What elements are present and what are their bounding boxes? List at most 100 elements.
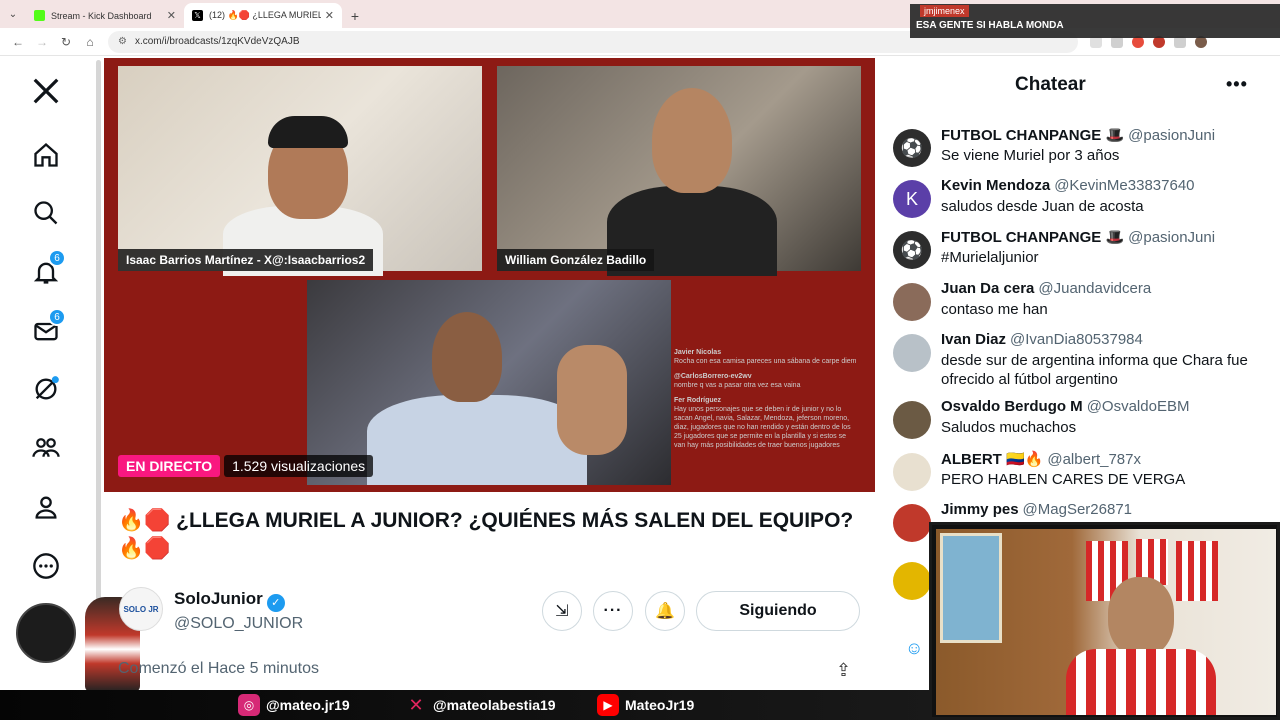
author-name-text: SoloJunior (174, 589, 263, 608)
overlay-chat-text: nombre q vas a pasar otra vez esa vaina (674, 382, 801, 389)
chat-avatar[interactable] (893, 562, 931, 600)
tab-kick-dashboard[interactable]: Stream - Kick Dashboard ✕ (26, 3, 184, 28)
streamer-logo (16, 603, 76, 663)
chat-user-name[interactable]: Juan Da cera (941, 280, 1034, 297)
chat-user-name[interactable]: Kevin Mendoza (941, 177, 1050, 194)
streamer-jersey (1066, 649, 1216, 715)
chat-user: ALBERT 🇨🇴🔥 @albert_787x (941, 450, 1141, 468)
chat-user-name[interactable]: Ivan Diaz (941, 331, 1006, 348)
x-logo-icon[interactable] (28, 73, 64, 109)
chat-more-icon[interactable]: ••• (1226, 74, 1248, 95)
chat-title: Chatear (1015, 74, 1086, 95)
chat-user: Jimmy pes @MagSer26871 (941, 501, 1132, 518)
share-icon[interactable]: ⇪ (836, 660, 851, 681)
home-icon[interactable] (28, 137, 64, 173)
x-favicon-icon: 𝕏 (192, 10, 203, 21)
chat-user-handle[interactable]: @KevinMe33837640 (1054, 177, 1194, 194)
chat-user: FUTBOL CHANPANGE 🎩 @pasionJuni (941, 228, 1215, 246)
camera-name-label: William González Badillo (497, 249, 655, 271)
chat-user-handle[interactable]: @albert_787x (1047, 451, 1141, 468)
close-icon[interactable]: ✕ (325, 9, 334, 22)
x-logo-icon: ✕ (408, 694, 424, 715)
jersey (1176, 541, 1218, 601)
instagram-icon: ◎ (238, 694, 260, 716)
overlay-chat-text: Hay unos personajes que se deben ir de j… (674, 406, 851, 449)
chat-user-handle[interactable]: @IvanDia80537984 (1010, 331, 1143, 348)
communities-icon[interactable] (28, 430, 64, 466)
home-icon[interactable]: ⌂ (78, 30, 102, 54)
chat-avatar[interactable]: K (893, 180, 931, 218)
broadcast-title: 🔥🛑 ¿LLEGA MURIEL A JUNIOR? ¿QUIÉNES MÁS … (118, 509, 854, 560)
overlay-chat-user: Javier Nicolas (674, 349, 722, 356)
overlay-chat-user: @CarlosBorrero-ev2wv (674, 373, 752, 380)
emoji-icon[interactable]: ☺ (905, 638, 923, 659)
person-hair (268, 116, 348, 148)
chat-user-handle[interactable]: @pasionJuni (1128, 229, 1215, 246)
chat-avatar[interactable] (893, 401, 931, 439)
dock-icon[interactable]: ⇲ (542, 591, 582, 631)
social-bar: ◎ @mateo.jr19 ✕ @mateolabestia19 ▶ Mateo… (0, 690, 930, 720)
chat-text: Se viene Muriel por 3 años (941, 147, 1120, 164)
chat-user-name[interactable]: ALBERT 🇨🇴🔥 (941, 451, 1043, 468)
tab-x-broadcast[interactable]: 𝕏 (12) 🔥🛑 ¿LLEGA MURIEL ✕ (184, 3, 342, 28)
messages-badge: 6 (48, 308, 66, 326)
author-handle[interactable]: @SOLO_JUNIOR (174, 615, 303, 633)
chat-avatar[interactable] (893, 504, 931, 542)
camera-feed-william: William González Badillo (497, 66, 861, 276)
tab-title: (12) 🔥🛑 ¿LLEGA MURIEL (209, 10, 321, 20)
chat-avatar[interactable] (893, 334, 931, 372)
page-scrollbar[interactable] (96, 60, 101, 605)
back-icon[interactable]: ← (6, 30, 30, 54)
instagram-link: ◎ @mateo.jr19 (238, 694, 350, 716)
broadcast-video[interactable]: Isaac Barrios Martínez - X@:Isaacbarrios… (104, 58, 875, 492)
url-text: x.com/i/broadcasts/1zqKVdeVzQAJB (134, 36, 300, 47)
messages-icon[interactable]: 6 (28, 308, 66, 349)
notifications-icon[interactable]: 6 (28, 249, 66, 290)
instagram-handle: @mateo.jr19 (266, 697, 350, 713)
screen: ⌄ Stream - Kick Dashboard ✕ 𝕏 (12) 🔥🛑 ¿L… (0, 0, 1280, 720)
chat-avatar[interactable] (893, 453, 931, 491)
author-avatar[interactable]: SOLO JR (119, 587, 163, 631)
notifications-badge: 6 (48, 249, 66, 267)
webcam-room (936, 529, 1276, 715)
chat-text: desde sur de argentina informa que Chara… (941, 352, 1248, 388)
author-name[interactable]: SoloJunior ✓ (174, 589, 285, 612)
chat-text: #Murielaljunior (941, 249, 1039, 266)
chat-text: Saludos muchachos (941, 419, 1077, 436)
view-count: 1.529 visualizaciones (224, 455, 374, 477)
site-info-icon[interactable]: ⚙ (118, 36, 127, 47)
chat-user-handle[interactable]: @MagSer26871 (1023, 501, 1132, 518)
chat-user-handle[interactable]: @Juandavidcera (1038, 280, 1151, 297)
chat-user-name[interactable]: Jimmy pes (941, 501, 1019, 518)
chat-user-handle[interactable]: @pasionJuni (1128, 127, 1215, 144)
more-options-icon[interactable]: ··· (593, 591, 633, 631)
chat-avatar[interactable]: ⚽ (893, 231, 931, 269)
chat-user-name[interactable]: FUTBOL CHANPANGE 🎩 (941, 229, 1124, 246)
chat-user-handle[interactable]: @OsvaldoEBM (1087, 398, 1190, 415)
tab-search-icon[interactable]: ⌄ (0, 0, 26, 28)
live-badge: EN DIRECTO (118, 455, 221, 477)
kick-favicon-icon (34, 10, 45, 21)
chat-text: PERO HABLEN CARES DE VERGA (941, 471, 1186, 488)
grok-icon[interactable] (28, 371, 64, 407)
reload-icon[interactable]: ↻ (54, 30, 78, 54)
chat-user-name[interactable]: FUTBOL CHANPANGE 🎩 (941, 127, 1124, 144)
close-icon[interactable]: ✕ (167, 9, 176, 22)
chat-text: contaso me han (941, 301, 1048, 318)
stream-chat-toast: jmjimenex ESA GENTE SI HABLA MONDA (910, 4, 1280, 38)
more-icon[interactable] (28, 548, 64, 584)
new-tab-button[interactable]: + (342, 3, 368, 28)
person-face (652, 88, 732, 193)
search-icon[interactable] (28, 195, 64, 231)
notify-bell-icon[interactable]: 🔔 (645, 591, 685, 631)
overlay-chat-text: Rocha con esa camisa pareces una sábana … (674, 358, 857, 365)
profile-icon[interactable] (28, 489, 64, 525)
person-face (432, 312, 502, 402)
forward-icon[interactable]: → (30, 30, 54, 54)
chat-avatar[interactable]: ⚽ (893, 129, 931, 167)
following-button[interactable]: Siguiendo (696, 591, 860, 631)
person-shirt (367, 395, 587, 485)
chat-user-name[interactable]: Osvaldo Berdugo M (941, 398, 1083, 415)
chat-avatar[interactable] (893, 283, 931, 321)
verified-icon: ✓ (266, 594, 285, 612)
